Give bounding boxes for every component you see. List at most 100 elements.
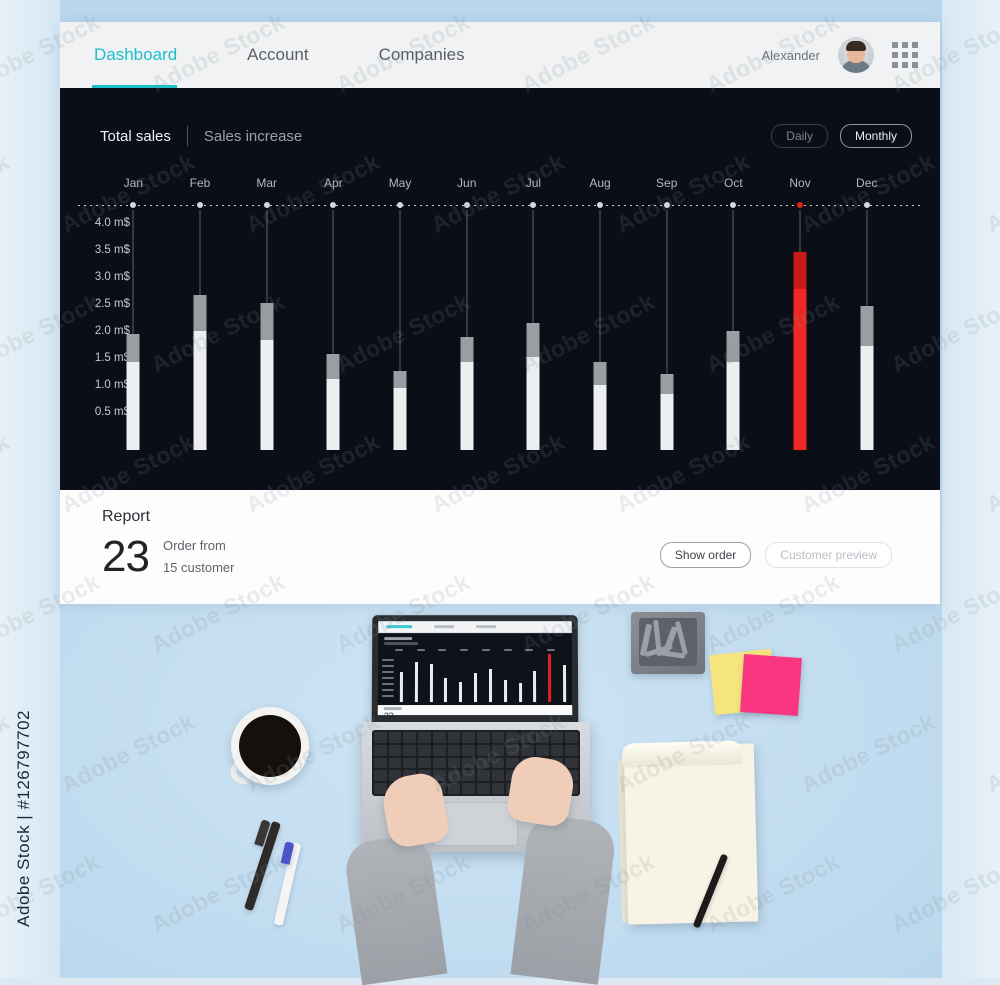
bar-stem-line xyxy=(132,210,134,334)
bar-segment-bottom xyxy=(193,331,207,450)
notepad xyxy=(623,743,759,925)
bar[interactable] xyxy=(593,362,607,450)
order-count: 23 xyxy=(102,532,150,581)
axis-dot[interactable] xyxy=(263,202,270,208)
bar-segment-top xyxy=(326,354,340,379)
bar[interactable] xyxy=(526,323,540,450)
month-label: Feb xyxy=(189,176,211,190)
chart-header: Total sales Sales increase Daily Monthly xyxy=(60,88,940,148)
bar-column xyxy=(500,210,567,450)
month-axis-labels: Jan Feb Mar Apr May Jun Jul Aug Sep Oct … xyxy=(100,176,900,190)
coffee-mug xyxy=(231,707,309,785)
bar[interactable] xyxy=(860,306,874,450)
axis-dot[interactable] xyxy=(530,202,537,208)
month-label: Dec xyxy=(856,176,878,190)
coffee-liquid xyxy=(239,715,301,777)
month-label: Mar xyxy=(256,176,278,190)
axis-dot[interactable] xyxy=(463,202,470,208)
month-label: Jan xyxy=(123,176,144,190)
axis-dot[interactable] xyxy=(863,202,870,208)
bar-segment-bottom xyxy=(860,346,874,450)
axis-dot-highlighted[interactable] xyxy=(797,202,804,208)
bar-column xyxy=(767,210,834,450)
dashboard-card: Dashboard Account Companies Alexander To… xyxy=(60,22,940,604)
month-label: Nov xyxy=(789,176,811,190)
left-sleeve xyxy=(342,832,448,985)
bar-segment-bottom xyxy=(726,362,740,450)
show-order-button[interactable]: Show order xyxy=(659,542,752,568)
month-label: Aug xyxy=(589,176,611,190)
monthly-button[interactable]: Monthly xyxy=(839,124,912,148)
bar[interactable] xyxy=(460,337,474,450)
bar-segment-top xyxy=(460,337,474,362)
bar-stem-line xyxy=(599,210,601,362)
report-caption: Order from 15 customer xyxy=(163,535,235,579)
daily-button[interactable]: Daily xyxy=(771,124,828,148)
bar[interactable] xyxy=(193,295,207,450)
bar-segment-bottom xyxy=(260,340,274,450)
bar-column xyxy=(300,210,367,450)
chart-range-buttons: Daily Monthly xyxy=(771,124,912,148)
bar-column xyxy=(567,210,634,450)
bar-stem-line xyxy=(666,210,668,374)
bar[interactable] xyxy=(326,354,340,450)
bar-stem-line xyxy=(199,210,201,295)
axis-dot[interactable] xyxy=(730,202,737,208)
chart-title[interactable]: Total sales xyxy=(100,128,171,145)
right-sleeve xyxy=(510,813,618,985)
bar-segment-bottom xyxy=(393,388,407,450)
bar-column xyxy=(433,210,500,450)
bar-segment-top xyxy=(660,374,674,394)
month-label: May xyxy=(388,176,412,190)
nav-link-account[interactable]: Account xyxy=(245,39,310,71)
chart-subtitle-tab[interactable]: Sales increase xyxy=(204,128,302,145)
bar-segment-bottom xyxy=(593,385,607,450)
desk-organizer-tray xyxy=(631,612,705,674)
photo-right-band xyxy=(942,0,1000,978)
bar-segment-bottom xyxy=(793,289,807,450)
top-navbar: Dashboard Account Companies Alexander xyxy=(60,22,940,88)
bar-segment-top xyxy=(793,252,807,289)
bar-column xyxy=(233,210,300,450)
bar-segment-top xyxy=(126,334,140,362)
bar-stem-line xyxy=(266,210,268,303)
grid-apps-icon[interactable] xyxy=(892,42,918,68)
bar-stem-line xyxy=(532,210,534,323)
bar[interactable] xyxy=(726,331,740,450)
sales-chart-panel: Total sales Sales increase Daily Monthly… xyxy=(60,88,940,490)
nav-right-cluster: Alexander xyxy=(761,37,918,73)
axis-dot[interactable] xyxy=(597,202,604,208)
bar-column xyxy=(633,210,700,450)
bar-column xyxy=(700,210,767,450)
bar-stem-line xyxy=(466,210,468,337)
axis-dot[interactable] xyxy=(197,202,203,208)
bar-segment-top xyxy=(593,362,607,385)
bar-stem-line xyxy=(866,210,868,306)
user-name-label: Alexander xyxy=(761,47,820,63)
axis-dot[interactable] xyxy=(397,202,404,208)
bar-highlighted[interactable] xyxy=(793,252,807,450)
laptop-screen: 23 xyxy=(371,615,579,726)
bar[interactable] xyxy=(660,374,674,450)
axis-dot[interactable] xyxy=(130,202,137,208)
bar[interactable] xyxy=(393,371,407,450)
bar-segment-top xyxy=(726,331,740,362)
month-label: Jun xyxy=(457,176,477,190)
bar-stem-line xyxy=(799,210,801,252)
bar[interactable] xyxy=(126,334,140,450)
customer-preview-button[interactable]: Customer preview xyxy=(765,542,892,568)
month-label: Oct xyxy=(724,176,743,190)
bar-segment-top xyxy=(393,371,407,388)
axis-month-dots xyxy=(100,202,900,208)
nav-link-dashboard[interactable]: Dashboard xyxy=(92,39,179,71)
bar-column xyxy=(833,210,900,450)
nav-link-companies[interactable]: Companies xyxy=(377,39,467,71)
month-label: Jul xyxy=(525,176,542,190)
user-avatar-photo[interactable] xyxy=(838,37,874,73)
bar-segment-top xyxy=(860,306,874,346)
chart-title-divider xyxy=(186,126,188,146)
axis-dot[interactable] xyxy=(663,202,670,208)
axis-dot[interactable] xyxy=(330,202,337,208)
tray-interior xyxy=(639,618,697,666)
bar[interactable] xyxy=(260,303,274,450)
